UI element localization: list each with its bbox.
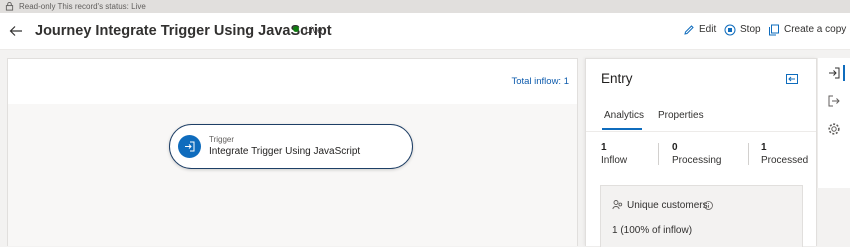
status-text: Read-only This record's status: Live: [19, 2, 146, 11]
metric-processed: 1 Processed: [761, 141, 821, 167]
side-rail: [817, 58, 850, 188]
metric-label: Processing: [672, 155, 722, 166]
create-copy-label: Create a copy: [784, 24, 847, 35]
card-title: Unique customers: [627, 200, 708, 211]
trigger-icon: [178, 135, 201, 158]
rail-active-indicator: [843, 65, 845, 81]
unique-customers-card: Unique customers 1 (100% of inflow): [600, 185, 803, 247]
copy-icon: [769, 24, 779, 36]
pencil-icon: [684, 25, 694, 35]
metric-value: 1: [601, 142, 607, 153]
back-arrow-icon[interactable]: [9, 24, 23, 38]
card-value: 1 (100% of inflow): [612, 225, 693, 236]
create-copy-button[interactable]: Create a copy: [768, 23, 846, 37]
lock-icon: [5, 2, 14, 11]
info-icon[interactable]: [704, 201, 713, 210]
journey-canvas: Total inflow: 1 Trigger Integrate Trigge…: [7, 58, 578, 246]
edit-button[interactable]: Edit: [683, 23, 719, 37]
people-icon: [612, 200, 623, 210]
panel-toggle-icon[interactable]: [786, 74, 798, 84]
trigger-node[interactable]: Trigger Integrate Trigger Using JavaScri…: [169, 124, 413, 169]
canvas-toolbar: Total inflow: 1: [8, 59, 577, 104]
node-name-label: Integrate Trigger Using JavaScript: [209, 146, 361, 157]
metric-inflow: 1 Inflow: [601, 141, 661, 167]
total-inflow-link[interactable]: Total inflow: 1: [511, 76, 569, 87]
stop-icon: [724, 24, 736, 36]
gear-icon[interactable]: [827, 122, 841, 136]
metric-label: Processed: [761, 155, 809, 166]
metric-value: 0: [672, 142, 678, 153]
stop-label: Stop: [740, 24, 761, 35]
exit-icon[interactable]: [827, 94, 841, 108]
active-tab-indicator: [602, 128, 642, 130]
status-bar: Read-only This record's status: Live: [0, 0, 850, 13]
metric-processing: 0 Processing: [672, 141, 732, 167]
entry-panel: Entry Analytics Properties 1 Inflow 0 Pr…: [585, 58, 817, 247]
entry-icon[interactable]: [827, 66, 841, 80]
metric-divider: [658, 143, 659, 165]
stop-button[interactable]: Stop: [724, 23, 764, 37]
status-label: Live: [305, 25, 323, 36]
edit-label: Edit: [699, 24, 717, 35]
node-kind-label: Trigger: [209, 135, 235, 144]
tab-properties[interactable]: Properties: [658, 109, 704, 123]
metric-label: Inflow: [601, 155, 628, 166]
status-badge: Live: [293, 24, 322, 38]
tab-divider: [586, 131, 816, 132]
live-dot-icon: [293, 26, 299, 32]
page-title: Journey Integrate Trigger Using JavaScri…: [35, 23, 332, 39]
metric-divider: [748, 143, 749, 165]
tab-analytics[interactable]: Analytics: [604, 109, 644, 123]
panel-title: Entry: [601, 71, 633, 86]
metric-value: 1: [761, 142, 767, 153]
header: Journey Integrate Trigger Using JavaScri…: [0, 13, 850, 50]
